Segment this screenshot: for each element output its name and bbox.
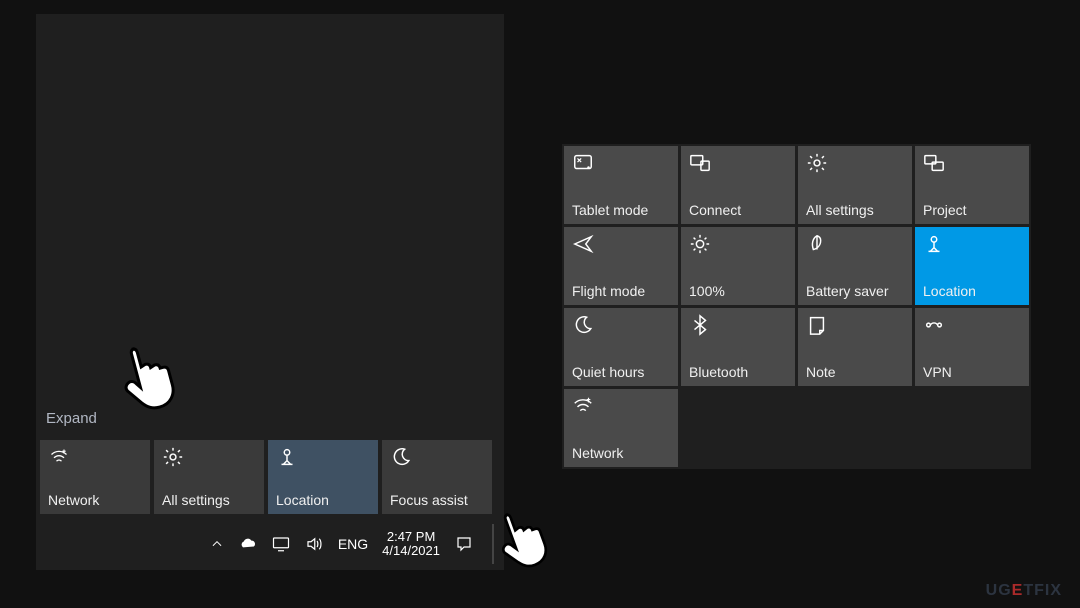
wifi-icon	[572, 395, 670, 417]
quick-action-all-settings[interactable]: All settings	[154, 440, 264, 514]
expand-link[interactable]: Expand	[46, 410, 97, 427]
quick-action-label: Quiet hours	[572, 364, 670, 380]
bluetooth-icon	[689, 314, 787, 336]
airplane-icon	[572, 233, 670, 255]
quick-action-label: Network	[48, 492, 142, 508]
quick-action-label: All settings	[162, 492, 256, 508]
project-icon	[923, 152, 1021, 174]
quick-action-network[interactable]: Network	[564, 389, 678, 467]
tray-chevron-up-icon[interactable]	[210, 537, 224, 551]
connect-icon	[689, 152, 787, 174]
quick-action-location[interactable]: Location	[268, 440, 378, 514]
quick-action-label: Location	[923, 283, 1021, 299]
quick-action-label: Note	[806, 364, 904, 380]
quick-action-label: Flight mode	[572, 283, 670, 299]
quick-action-project[interactable]: Project	[915, 146, 1029, 224]
quick-action-focus-assist[interactable]: Focus assist	[382, 440, 492, 514]
quick-action-label: 100%	[689, 283, 787, 299]
quick-actions-row: Network All settings Location Focus assi…	[36, 440, 492, 514]
onedrive-icon[interactable]	[238, 537, 258, 551]
quick-action-flight-mode[interactable]: Flight mode	[564, 227, 678, 305]
taskbar-time: 2:47 PM	[382, 530, 440, 544]
moon-icon	[572, 314, 670, 336]
quick-action-location[interactable]: Location	[915, 227, 1029, 305]
taskbar: ENG 2:47 PM 4/14/2021	[36, 518, 504, 570]
taskbar-divider	[492, 524, 494, 564]
quick-action-network[interactable]: Network	[40, 440, 150, 514]
quick-action-connect[interactable]: Connect	[681, 146, 795, 224]
quick-action-label: Project	[923, 202, 1021, 218]
gear-icon	[806, 152, 904, 174]
quick-action-label: Tablet mode	[572, 202, 670, 218]
location-icon	[923, 233, 1021, 255]
action-center-icon[interactable]	[454, 535, 474, 553]
leaf-icon	[806, 233, 904, 255]
quick-action-label: All settings	[806, 202, 904, 218]
gear-icon	[162, 446, 256, 468]
taskbar-date: 4/14/2021	[382, 544, 440, 558]
action-center-panel: Expand Network All settings Location	[36, 14, 504, 570]
quick-action-label: Connect	[689, 202, 787, 218]
quick-action-brightness[interactable]: 100%	[681, 227, 795, 305]
quick-action-vpn[interactable]: VPN	[915, 308, 1029, 386]
quick-action-label: VPN	[923, 364, 1021, 380]
quick-action-battery-saver[interactable]: Battery saver	[798, 227, 912, 305]
taskbar-language[interactable]: ENG	[338, 536, 368, 552]
monitor-icon[interactable]	[272, 536, 290, 552]
sun-icon	[689, 233, 787, 255]
quick-action-label: Bluetooth	[689, 364, 787, 380]
moon-icon	[390, 446, 484, 468]
quick-action-label: Location	[276, 492, 370, 508]
quick-action-label: Focus assist	[390, 492, 484, 508]
volume-icon[interactable]	[304, 535, 324, 553]
note-icon	[806, 314, 904, 336]
watermark-ugetfix: UGETFIX	[986, 582, 1062, 600]
quick-action-note[interactable]: Note	[798, 308, 912, 386]
quick-action-all-settings[interactable]: All settings	[798, 146, 912, 224]
tablet-icon	[572, 152, 670, 174]
quick-action-tablet-mode[interactable]: Tablet mode	[564, 146, 678, 224]
quick-action-label: Network	[572, 445, 670, 461]
taskbar-clock[interactable]: 2:47 PM 4/14/2021	[382, 530, 440, 559]
quick-action-label: Battery saver	[806, 283, 904, 299]
vpn-icon	[923, 314, 1021, 336]
wifi-icon	[48, 446, 142, 468]
quick-actions-expanded-panel: Tablet mode Connect All settings Project Fli…	[562, 144, 1031, 469]
quick-action-quiet-hours[interactable]: Quiet hours	[564, 308, 678, 386]
location-icon	[276, 446, 370, 468]
quick-action-bluetooth[interactable]: Bluetooth	[681, 308, 795, 386]
